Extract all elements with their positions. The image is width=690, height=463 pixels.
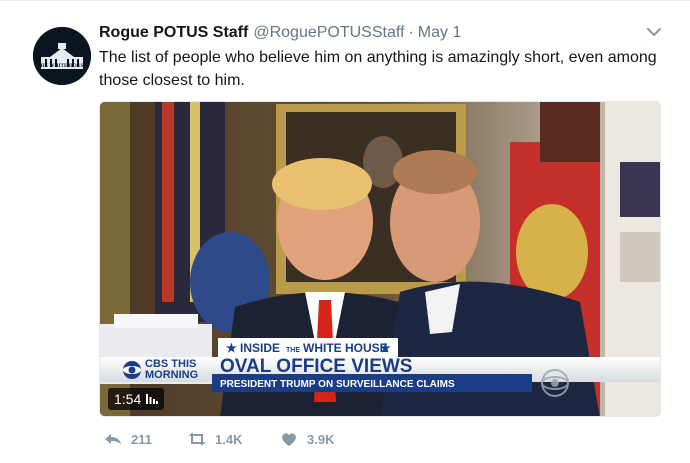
- video-duration-badge: 1:54: [108, 388, 165, 410]
- kicker-small: THE: [286, 347, 300, 354]
- retweet-icon: [188, 432, 206, 446]
- svg-text:★: ★: [380, 341, 391, 355]
- video-frame: ★ INSIDE THE WHITE HOUSE ★ CBS THIS MORN…: [100, 102, 660, 416]
- retweet-count: 1.4K: [215, 431, 243, 447]
- svg-text:★: ★: [226, 341, 237, 355]
- like-button[interactable]: 3.9K: [279, 431, 359, 447]
- volume-bars-icon: [146, 394, 159, 404]
- tweet-header: Rogue POTUS Staff @RoguePOTUSStaff · May…: [99, 24, 461, 44]
- subhead: PRESIDENT TRUMP ON SURVEILLANCE CLAIMS: [220, 379, 455, 390]
- cbs-eye-icon: [123, 361, 141, 379]
- reply-icon: [105, 434, 121, 444]
- avatar[interactable]: THE WHITE HOUSE: [33, 27, 91, 85]
- reply-button[interactable]: 211: [103, 431, 187, 447]
- tweet-card[interactable]: THE WHITE HOUSE Rogue POTUS Staff @Rogue…: [0, 0, 690, 463]
- video-player[interactable]: ★ INSIDE THE WHITE HOUSE ★ CBS THIS MORN…: [99, 101, 661, 417]
- kicker-right: WHITE HOUSE: [303, 341, 388, 355]
- avatar-text: THE WHITE HOUSE: [37, 63, 87, 69]
- kicker-left: INSIDE: [240, 341, 280, 355]
- network-line2: MORNING: [145, 369, 198, 381]
- retweet-button[interactable]: 1.4K: [187, 431, 279, 447]
- like-count: 3.9K: [307, 431, 335, 447]
- separator: ·: [408, 24, 414, 41]
- timestamp[interactable]: May 1: [418, 24, 462, 42]
- heart-icon: [282, 433, 296, 446]
- tweet-text: The list of people who believe him on an…: [99, 49, 657, 89]
- headline: OVAL OFFICE VIEWS: [220, 356, 412, 377]
- reply-count: 211: [131, 431, 152, 447]
- chevron-down-icon[interactable]: [645, 25, 663, 39]
- author-name[interactable]: Rogue POTUS Staff: [99, 24, 248, 42]
- tweet-actions: 211 1.4K 3.9K: [103, 429, 359, 449]
- video-duration: 1:54: [114, 391, 142, 407]
- white-house-logo-icon: THE WHITE HOUSE: [33, 27, 91, 85]
- author-handle[interactable]: @RoguePOTUSStaff: [253, 24, 404, 42]
